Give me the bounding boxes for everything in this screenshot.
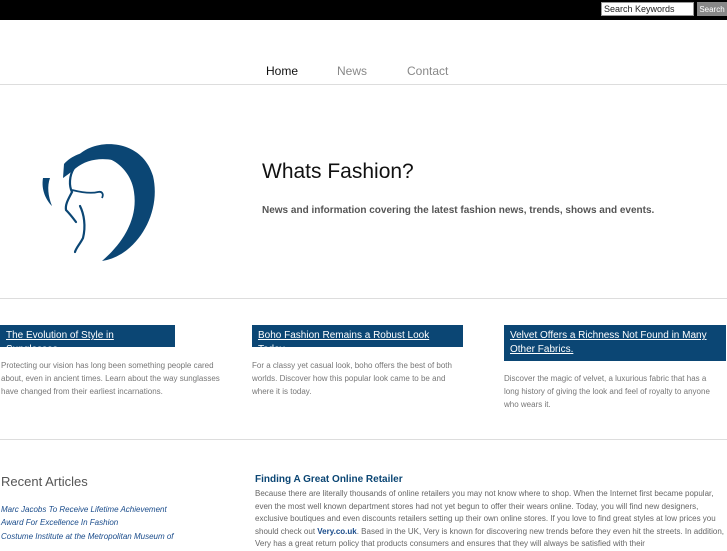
recent-article-link[interactable]: Costume Institute at the Metropolitan Mu… [1,530,174,543]
site-title: Whats Fashion? [262,160,414,183]
fashion-logo-icon [42,144,155,261]
feature-text-velvet: Discover the magic of velvet, a luxuriou… [504,374,710,409]
divider [0,298,727,299]
recent-articles-heading: Recent Articles [1,474,88,489]
recent-article-link[interactable]: Marc Jacobs To Receive Lifetime Achievem… [1,503,167,516]
divider [0,84,727,85]
feature-title-boho[interactable]: Boho Fashion Remains a Robust Look Today… [252,325,463,355]
nav-home[interactable]: Home [266,64,298,78]
main-nav: Home News Contact [0,64,727,82]
very-link[interactable]: Very.co.uk [317,527,356,536]
site-tagline: News and information covering the latest… [262,205,655,216]
nav-contact[interactable]: Contact [407,64,448,78]
article-body: Because there are literally thousands of… [255,488,725,551]
search-input[interactable] [601,2,694,16]
nav-news[interactable]: News [337,64,367,78]
feature-title-velvet[interactable]: Velvet Offers a Richness Not Found in Ma… [504,325,726,361]
feature-text-sunglasses: Protecting our vision has long been some… [1,361,220,396]
search-button[interactable]: Search [697,2,727,16]
feature-text-boho: For a classy yet casual look, boho offer… [252,361,452,396]
article-title[interactable]: Finding A Great Online Retailer [255,474,403,485]
recent-article-link[interactable]: Award For Excellence In Fashion [1,516,118,529]
feature-title-sunglasses[interactable]: The Evolution of Style in Sunglasses. [0,325,175,355]
divider [0,439,727,440]
